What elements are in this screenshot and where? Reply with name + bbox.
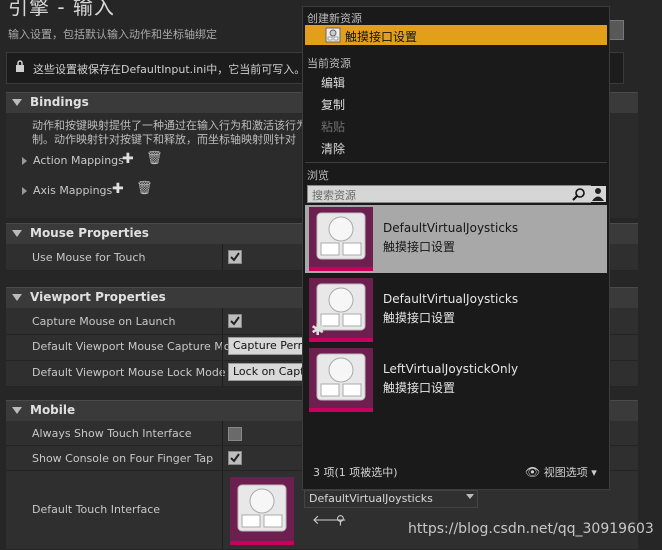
lock-mode-select[interactable]: Lock on Captu bbox=[228, 363, 308, 381]
user-filter-icon[interactable] bbox=[590, 186, 606, 202]
browse-search-icon[interactable]: ⚲ bbox=[336, 513, 345, 527]
watermark: https://blog.csdn.net/qq_30919603 bbox=[408, 521, 654, 537]
collapse-arrow-icon bbox=[12, 294, 22, 301]
use-mouse-touch-checkbox[interactable] bbox=[228, 250, 242, 264]
action-mappings-label: Action Mappings bbox=[33, 154, 124, 167]
show-console-label: Show Console on Four Finger Tap bbox=[32, 452, 214, 465]
lock-icon bbox=[16, 60, 24, 72]
collapse-arrow-icon bbox=[12, 99, 22, 106]
asset-type: 触摸接口设置 bbox=[383, 381, 456, 395]
add-icon[interactable]: ✚ bbox=[112, 181, 124, 197]
browse-header: 浏览 bbox=[307, 169, 329, 182]
axis-mappings-label: Axis Mappings bbox=[33, 184, 113, 197]
page-subtitle: 输入设置，包括默认输入动作和坐标轴绑定 bbox=[8, 28, 217, 41]
asset-thumbnail: ✱ bbox=[309, 278, 373, 342]
always-show-touch-checkbox[interactable] bbox=[228, 427, 242, 441]
page-title: 引擎 - 输入 bbox=[8, 0, 115, 19]
search-placeholder: 搜索资源 bbox=[312, 189, 356, 202]
create-item-label: 触摸接口设置 bbox=[345, 30, 418, 44]
capture-mouse-launch-label: Capture Mouse on Launch bbox=[32, 315, 176, 328]
touch-interface-thumbnail[interactable] bbox=[230, 477, 294, 545]
chevron-down-icon: ▾ bbox=[591, 466, 597, 479]
current-asset-header: 当前资源 bbox=[307, 57, 351, 70]
mobile-title: Mobile bbox=[30, 403, 76, 417]
asset-type: 触摸接口设置 bbox=[383, 311, 456, 325]
view-options-button[interactable]: 👁 视图选项 ▾ bbox=[525, 464, 597, 480]
unsaved-asterisk-icon: ✱ bbox=[311, 320, 325, 339]
asset-item[interactable]: ✱ DefaultVirtualJoysticks 触摸接口设置 bbox=[305, 276, 607, 344]
asset-name: DefaultVirtualJoysticks bbox=[383, 221, 519, 235]
touch-settings-icon bbox=[325, 27, 341, 43]
notice-text: 这些设置被保存在DefaultInput.ini中，它当前可写入。 bbox=[33, 63, 306, 76]
search-icon[interactable] bbox=[572, 187, 586, 201]
asset-thumbnail bbox=[309, 207, 373, 271]
always-show-touch-label: Always Show Touch Interface bbox=[32, 427, 192, 440]
asset-picker-menu: 创建新资源 触摸接口设置 当前资源 编辑 复制 粘贴 清除 浏览 搜索资源 De… bbox=[302, 6, 610, 490]
asset-search-input[interactable]: 搜索资源 bbox=[307, 185, 591, 203]
capture-mode-select[interactable]: Capture Perm bbox=[228, 337, 308, 355]
use-mouse-touch-label: Use Mouse for Touch bbox=[32, 251, 146, 264]
chevron-down-icon[interactable] bbox=[466, 494, 474, 499]
capture-mode-label: Default Viewport Mouse Capture Mode bbox=[32, 340, 245, 353]
joystick-asset-icon bbox=[237, 484, 287, 532]
view-options-label: 视图选项 bbox=[543, 466, 588, 479]
asset-type: 触摸接口设置 bbox=[383, 240, 456, 254]
copy-menu-item[interactable]: 复制 bbox=[321, 96, 345, 113]
create-header: 创建新资源 bbox=[307, 12, 362, 25]
viewport-title: Viewport Properties bbox=[30, 290, 166, 304]
touch-interface-select[interactable]: DefaultVirtualJoysticks bbox=[304, 490, 478, 508]
capture-mouse-launch-checkbox[interactable] bbox=[228, 314, 242, 328]
clear-menu-item[interactable]: 清除 bbox=[321, 140, 345, 157]
asset-name: DefaultVirtualJoysticks bbox=[383, 292, 519, 306]
expand-arrow-icon[interactable] bbox=[22, 187, 27, 195]
trash-icon[interactable]: 🗑 bbox=[146, 151, 163, 166]
joystick-asset-icon bbox=[316, 212, 366, 260]
collapse-arrow-icon bbox=[12, 407, 22, 414]
expand-arrow-icon[interactable] bbox=[22, 157, 27, 165]
trash-icon[interactable]: 🗑 bbox=[136, 181, 153, 196]
eye-icon: 👁 bbox=[525, 465, 541, 479]
asset-thumbnail bbox=[309, 348, 373, 412]
show-console-checkbox[interactable] bbox=[228, 451, 242, 465]
joystick-asset-icon bbox=[316, 353, 366, 401]
paste-menu-item[interactable]: 粘贴 bbox=[321, 118, 345, 135]
create-touch-interface-item[interactable]: 触摸接口设置 bbox=[305, 25, 607, 45]
lock-mode-label: Default Viewport Mouse Lock Mode bbox=[32, 366, 226, 379]
bindings-description-2: 制。动作映射针对按键下和释放，而坐标轴映射则针对 bbox=[32, 133, 296, 146]
default-touch-label: Default Touch Interface bbox=[32, 503, 161, 516]
asset-item[interactable]: DefaultVirtualJoysticks 触摸接口设置 bbox=[305, 205, 607, 273]
asset-count: 3 项(1 项被选中) bbox=[313, 466, 398, 479]
asset-item[interactable]: LeftVirtualJoystickOnly 触摸接口设置 bbox=[305, 346, 607, 414]
asset-name: LeftVirtualJoystickOnly bbox=[383, 362, 519, 376]
collapse-arrow-icon bbox=[12, 230, 22, 237]
edit-menu-item[interactable]: 编辑 bbox=[321, 74, 345, 91]
add-icon[interactable]: ✚ bbox=[122, 151, 134, 167]
mouse-title: Mouse Properties bbox=[30, 226, 149, 240]
bindings-title: Bindings bbox=[30, 95, 89, 109]
